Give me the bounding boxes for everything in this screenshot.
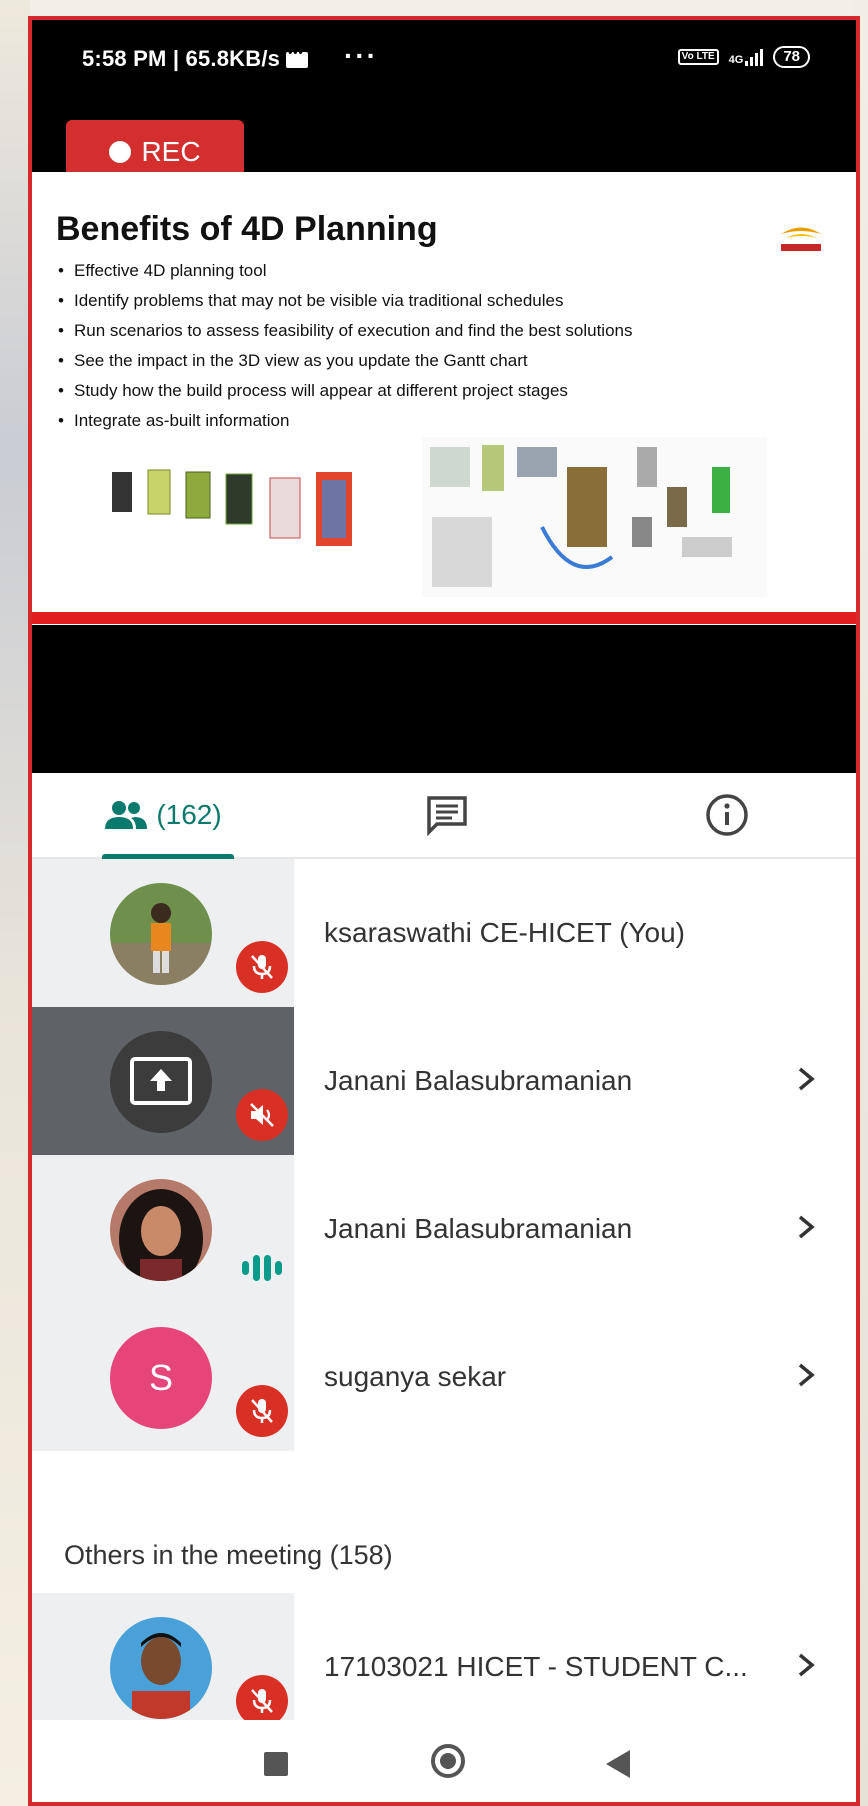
background-left [0, 0, 30, 1806]
participant-row[interactable]: ksaraswathi CE-HICET (You) [32, 859, 856, 1007]
participant-name: Janani Balasubramanian [324, 1065, 633, 1096]
status-time-text: 5:58 PM | 65.8KB/s [82, 46, 281, 71]
chat-icon [427, 796, 467, 836]
workflow-diagram-image [422, 437, 767, 597]
slide-bullet: See the impact in the 3D view as you upd… [56, 350, 633, 372]
slide-bullets: Effective 4D planning tool Identify prob… [56, 260, 633, 440]
status-overflow: ··· [344, 40, 378, 71]
others-in-meeting-heading: Others in the meeting (158) [64, 1540, 393, 1570]
slide-bullet: Identify problems that may not be visibl… [56, 290, 633, 312]
participant-thumbnail [32, 1007, 294, 1155]
participant-thumbnail [32, 1155, 294, 1303]
participant-row[interactable]: Janani Balasubramanian [32, 1007, 856, 1155]
mic-off-icon [236, 1385, 288, 1437]
network-type: 4G [728, 53, 744, 66]
chevron-right-icon[interactable] [786, 1645, 826, 1685]
mic-off-icon [236, 941, 288, 993]
building-models-image [112, 469, 352, 546]
status-time: 5:58 PM | 65.8KB/s [82, 45, 309, 72]
participant-name: 17103021 HICET - STUDENT C... [324, 1651, 748, 1682]
avatar: S [110, 1327, 212, 1429]
battery-icon: 78 [773, 46, 810, 68]
tab-info[interactable] [702, 773, 752, 857]
avatar [110, 1031, 212, 1133]
slide-toolbar-strip [32, 612, 856, 624]
message-icon [286, 45, 309, 68]
slide-bullet: Run scenarios to assess feasibility of e… [56, 320, 633, 342]
slide-bullet: Study how the build process will appear … [56, 380, 633, 402]
participant-row[interactable]: S suganya sekar [32, 1303, 856, 1451]
tab-chat[interactable] [422, 773, 472, 857]
participant-name: Janani Balasubramanian [324, 1213, 633, 1244]
volume-off-icon [236, 1089, 288, 1141]
slide-bullet: Integrate as-built information [56, 410, 633, 432]
recording-label: REC [141, 136, 201, 167]
home-icon[interactable] [431, 1744, 465, 1778]
presentation-slide: Benefits of 4D Planning Effective 4D pla… [32, 172, 856, 625]
signal-icon: 4G [728, 48, 764, 66]
video-area [32, 625, 856, 773]
avatar [110, 1179, 212, 1281]
meeting-tabs: (162) [32, 773, 856, 859]
participant-name: ksaraswathi CE-HICET (You) [324, 917, 686, 948]
slide-title: Benefits of 4D Planning [56, 210, 438, 248]
participant-thumbnail: S [32, 1303, 294, 1451]
avatar [110, 1617, 212, 1719]
slide-bullet: Effective 4D planning tool [56, 260, 633, 282]
speaking-indicator-icon [242, 1255, 282, 1281]
tab-people[interactable]: (162) [98, 773, 228, 857]
chevron-right-icon[interactable] [786, 1355, 826, 1395]
volte-icon: Vo LTE [677, 49, 719, 65]
navigation-bar [32, 1720, 856, 1802]
presenting-icon [130, 1057, 192, 1105]
info-icon [706, 794, 748, 836]
chevron-right-icon[interactable] [786, 1207, 826, 1247]
people-icon [105, 801, 148, 829]
people-count: (162) [156, 799, 222, 830]
participant-thumbnail [32, 859, 294, 1007]
participant-name: suganya sekar [324, 1361, 507, 1392]
back-icon[interactable] [606, 1750, 630, 1778]
record-dot-icon [109, 141, 132, 163]
phone-screen: 5:58 PM | 65.8KB/s ··· Vo LTE 4G 78 REC … [28, 16, 860, 1806]
chevron-right-icon[interactable] [786, 1059, 826, 1099]
participant-row[interactable]: 17103021 HICET - STUDENT C... [32, 1593, 856, 1741]
participant-row[interactable]: Janani Balasubramanian [32, 1155, 856, 1303]
ipmcs-logo [781, 227, 821, 251]
participant-thumbnail [32, 1593, 294, 1741]
status-indicators: Vo LTE 4G 78 [677, 46, 810, 68]
avatar [110, 883, 212, 985]
recents-icon[interactable] [264, 1752, 288, 1776]
